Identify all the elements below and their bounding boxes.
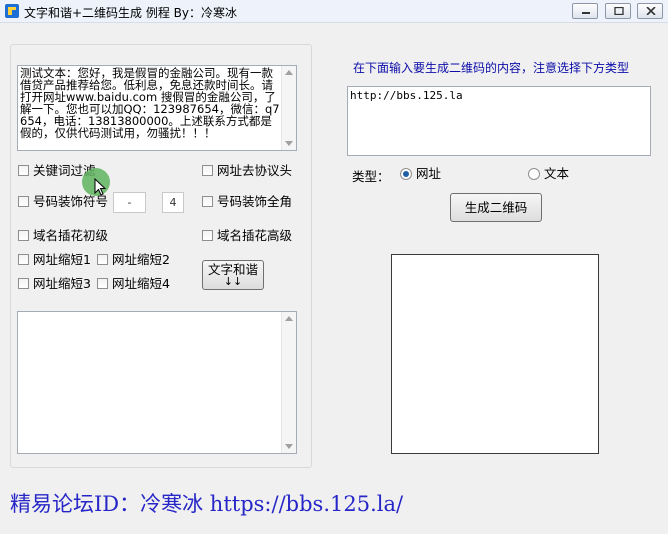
harmonize-button-label: 文字和谐 <box>207 262 258 277</box>
minimize-button[interactable] <box>572 3 598 19</box>
scroll-down-icon[interactable] <box>285 141 293 146</box>
checkbox-icon <box>18 254 29 265</box>
url-short2-label: 网址缩短2 <box>112 252 170 267</box>
radio-icon <box>528 168 540 180</box>
source-text-content: 测试文本：您好，我是假冒的金融公司。现有一款借贷产品推荐给您。低利息，免息还款时… <box>20 66 280 140</box>
checkbox-icon <box>18 230 29 241</box>
mouse-cursor-icon <box>94 178 106 196</box>
close-icon <box>646 7 656 15</box>
output-text-area[interactable] <box>17 311 297 454</box>
url-short3-label: 网址缩短3 <box>33 276 91 291</box>
maximize-icon <box>614 7 624 15</box>
type-text-label: 文本 <box>544 166 570 181</box>
checkbox-icon <box>97 254 108 265</box>
number-fullwidth-label: 号码装饰全角 <box>217 194 293 209</box>
source-text-scrollbar[interactable] <box>281 66 296 150</box>
checkbox-icon <box>202 196 213 207</box>
domain-flower-advanced-label: 域名插花高级 <box>217 228 293 243</box>
minimize-icon <box>582 12 590 14</box>
type-label: 类型： <box>352 169 390 184</box>
source-text-input[interactable]: 测试文本：您好，我是假冒的金融公司。现有一款借贷产品推荐给您。低利息，免息还款时… <box>17 65 297 151</box>
type-url-label: 网址 <box>416 166 442 181</box>
url-remove-protocol-label: 网址去协议头 <box>217 163 293 178</box>
maximize-button[interactable] <box>605 3 631 19</box>
url-short4-label: 网址缩短4 <box>112 276 170 291</box>
app-icon <box>5 4 19 18</box>
decorate-symbol-input[interactable]: - <box>113 192 146 213</box>
qr-code-display <box>391 254 599 454</box>
scroll-down-icon[interactable] <box>285 444 293 449</box>
checkbox-icon <box>202 165 213 176</box>
checkbox-icon <box>97 278 108 289</box>
radio-selected-dot <box>403 171 409 177</box>
scroll-up-icon[interactable] <box>285 316 293 321</box>
window-title: 文字和谐+二维码生成 例程 By：冷寒冰 <box>24 6 238 20</box>
close-button[interactable] <box>637 3 663 19</box>
qr-instruction-label: 在下面输入要生成二维码的内容，注意选择下方类型 <box>353 61 630 75</box>
scroll-up-icon[interactable] <box>285 70 293 75</box>
harmonize-button[interactable]: 文字和谐 ↓↓ <box>202 260 264 290</box>
output-text-scrollbar[interactable] <box>281 312 296 453</box>
down-arrows-icon: ↓↓ <box>223 275 243 288</box>
decorate-count-input[interactable]: 4 <box>162 192 184 213</box>
radio-icon <box>400 168 412 180</box>
checkbox-icon <box>202 230 213 241</box>
generate-qr-button[interactable]: 生成二维码 <box>450 193 542 222</box>
footer-credit: 精易论坛ID：冷寒冰 https://bbs.125.la/ <box>10 492 404 516</box>
checkbox-icon <box>18 278 29 289</box>
checkbox-icon <box>18 196 29 207</box>
number-decorate-label: 号码装饰符号 <box>33 194 109 209</box>
domain-flower-basic-label: 域名插花初级 <box>33 228 109 243</box>
url-short1-label: 网址缩短1 <box>33 252 91 267</box>
qr-content-value: http://bbs.125.la <box>350 89 463 102</box>
checkbox-icon <box>18 165 29 176</box>
title-bar[interactable]: 文字和谐+二维码生成 例程 By：冷寒冰 <box>0 0 668 23</box>
qr-content-input[interactable]: http://bbs.125.la <box>347 86 651 156</box>
